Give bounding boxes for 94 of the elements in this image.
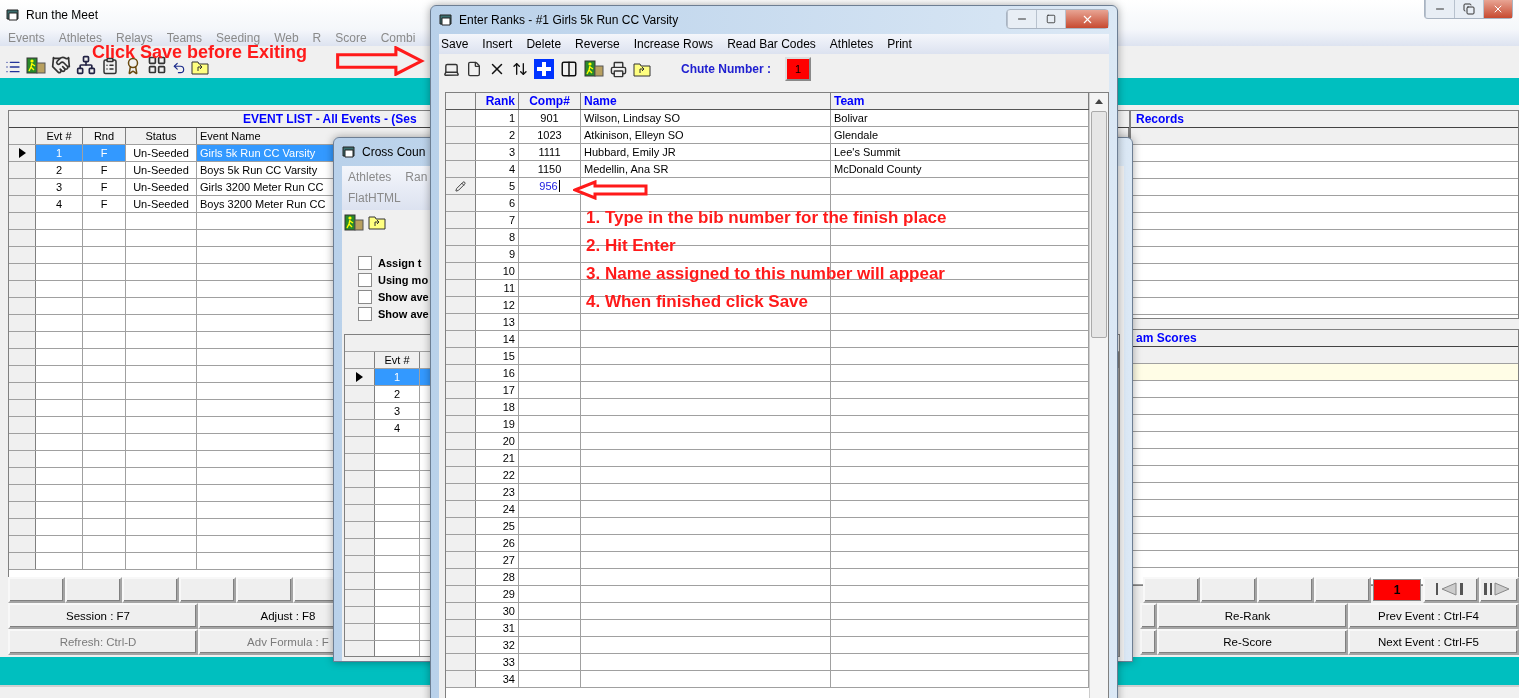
table-cell: 3 <box>375 403 420 419</box>
table-cell: 24 <box>476 501 519 517</box>
table-cell: 7 <box>476 212 519 228</box>
table-cell: 25 <box>476 518 519 534</box>
table-cell: 30 <box>476 603 519 619</box>
menu-item[interactable]: Reverse <box>575 37 620 51</box>
panel-title: Records <box>1136 112 1185 126</box>
table-cell: Un-Seeded <box>126 196 197 212</box>
table-cell: F <box>83 196 126 212</box>
table-cell: 2 <box>476 127 519 143</box>
menu-item[interactable]: Save <box>441 37 469 51</box>
column-header[interactable]: Status <box>126 128 197 144</box>
table-cell: 1150 <box>519 161 581 177</box>
table-cell: Un-Seeded <box>126 179 197 195</box>
table-cell: 29 <box>476 586 519 602</box>
column-header[interactable]: Comp# <box>519 93 581 109</box>
table-cell: 9 <box>476 246 519 262</box>
table-cell: Wilson, Lindsay SO <box>581 110 831 126</box>
checkbox-label: Using mo <box>378 273 429 286</box>
table-cell: 4 <box>36 196 83 212</box>
event-counter: 1 <box>1373 579 1421 601</box>
table-cell: 3 <box>36 179 83 195</box>
table-cell: 34 <box>476 671 519 687</box>
table-cell: 2 <box>36 162 83 178</box>
table-cell: 1 <box>36 145 83 161</box>
table-cell: 15 <box>476 348 519 364</box>
column-header[interactable]: Evt # <box>36 128 83 144</box>
table-cell: 18 <box>476 399 519 415</box>
column-header[interactable]: Name <box>581 93 831 109</box>
panel-title: EVENT LIST - All Events - (Ses <box>243 112 417 126</box>
table-cell: Atkinison, Elleyn SO <box>581 127 831 143</box>
table-cell: Un-Seeded <box>126 162 197 178</box>
column-header[interactable]: Team <box>831 93 1089 109</box>
instruction-text: 4. When finished click Save <box>586 291 809 313</box>
table-cell: 1023 <box>519 127 581 143</box>
table-cell: F <box>83 179 126 195</box>
table-cell: 28 <box>476 569 519 585</box>
table-cell: 5 <box>476 178 519 194</box>
table-cell: 11 <box>476 280 519 296</box>
table-cell: Medellin, Ana SR <box>581 161 831 177</box>
checkbox-label: Show ave <box>378 307 429 320</box>
table-cell: 2 <box>375 386 420 402</box>
table-cell: 33 <box>476 654 519 670</box>
menu-item[interactable]: Insert <box>482 37 513 51</box>
table-cell: 23 <box>476 484 519 500</box>
table-cell: 13 <box>476 314 519 330</box>
table-cell: 17 <box>476 382 519 398</box>
table-cell: 27 <box>476 552 519 568</box>
table-cell: 19 <box>476 416 519 432</box>
checkbox-label: Assign t <box>378 256 422 269</box>
menu-item[interactable]: Read Bar Codes <box>727 37 816 51</box>
table-cell: 8 <box>476 229 519 245</box>
table-cell: 31 <box>476 620 519 636</box>
function-button[interactable]: Next Event : Ctrl-F5 <box>1348 629 1519 655</box>
table-cell: 14 <box>476 331 519 347</box>
function-button[interactable]: Re-Score <box>1157 629 1348 655</box>
instruction-text: 3. Name assigned to this number will appear <box>586 263 945 285</box>
table-cell: 22 <box>476 467 519 483</box>
table-cell: 26 <box>476 535 519 551</box>
table-cell: 4 <box>375 420 420 436</box>
menu-item[interactable]: Increase Rows <box>633 37 714 51</box>
table-cell: 3 <box>476 144 519 160</box>
window-title: Run the Meet <box>26 8 99 22</box>
table-cell: 10 <box>476 263 519 279</box>
table-cell: Hubbard, Emily JR <box>581 144 831 160</box>
table-cell: 32 <box>476 637 519 653</box>
panel-title: am Scores <box>1136 331 1197 345</box>
table-cell: F <box>83 162 126 178</box>
menu-item[interactable]: Athletes <box>829 37 874 51</box>
column-header[interactable]: Evt # <box>375 352 420 368</box>
instruction-text: 2. Hit Enter <box>586 235 676 257</box>
table-cell: F <box>83 145 126 161</box>
table-cell: 1 <box>476 110 519 126</box>
chute-number[interactable]: 1 <box>785 57 811 81</box>
function-button[interactable]: Prev Event : Ctrl-F4 <box>1348 603 1519 629</box>
table-cell: 4 <box>476 161 519 177</box>
dialog-title: Enter Ranks - #1 Girls 5k Run CC Varsity <box>459 13 679 27</box>
table-cell: 6 <box>476 195 519 211</box>
function-button[interactable]: Session : F7 <box>8 603 198 629</box>
table-cell: 16 <box>476 365 519 381</box>
chute-label: Chute Number : <box>681 62 771 76</box>
menu-item[interactable]: Print <box>887 37 912 51</box>
table-cell: 901 <box>519 110 581 126</box>
function-button[interactable]: Re-Rank <box>1157 603 1348 629</box>
checkbox-label: Show ave <box>378 290 429 303</box>
table-cell: 1 <box>375 369 420 385</box>
menu-item[interactable]: Delete <box>526 37 562 51</box>
dialog-title: Cross Coun <box>362 145 426 159</box>
table-cell: 21 <box>476 450 519 466</box>
column-header[interactable]: Rank <box>476 93 519 109</box>
column-header[interactable]: Rnd <box>83 128 126 144</box>
table-cell: 12 <box>476 297 519 313</box>
table-cell: 1111 <box>519 144 581 160</box>
table-cell: 20 <box>476 433 519 449</box>
